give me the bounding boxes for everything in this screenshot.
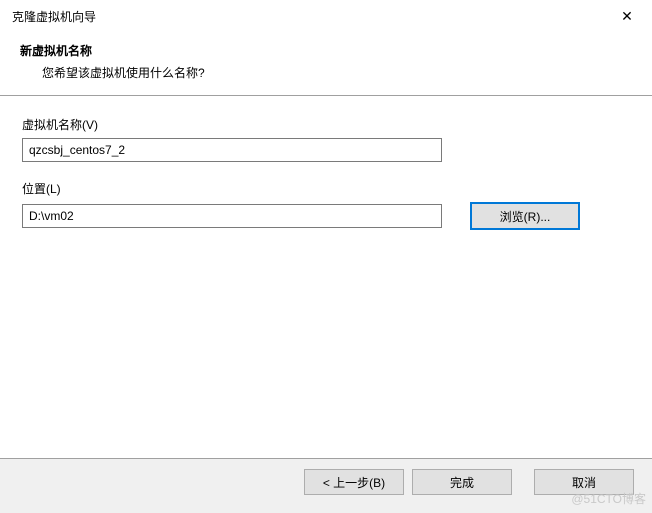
vm-name-label: 虚拟机名称(V) <box>22 116 630 133</box>
page-subtitle: 您希望该虚拟机使用什么名称? <box>20 64 652 81</box>
cancel-button[interactable]: 取消 <box>534 469 634 495</box>
page-title: 新虚拟机名称 <box>20 42 652 59</box>
finish-button[interactable]: 完成 <box>412 469 512 495</box>
location-input[interactable] <box>22 204 442 228</box>
wizard-header: 新虚拟机名称 您希望该虚拟机使用什么名称? <box>0 32 652 95</box>
titlebar: 克隆虚拟机向导 ✕ <box>0 0 652 32</box>
vm-name-input[interactable] <box>22 138 442 162</box>
footer-bar: < 上一步(B) 完成 取消 <box>0 459 652 513</box>
vm-name-group: 虚拟机名称(V) <box>22 116 630 162</box>
location-group: 位置(L) 浏览(R)... <box>22 180 630 230</box>
back-button[interactable]: < 上一步(B) <box>304 469 404 495</box>
location-label: 位置(L) <box>22 180 630 197</box>
content-area: 虚拟机名称(V) 位置(L) 浏览(R)... <box>0 96 652 456</box>
window-title: 克隆虚拟机向导 <box>12 8 96 25</box>
browse-button[interactable]: 浏览(R)... <box>470 202 580 230</box>
close-icon[interactable]: ✕ <box>604 0 650 32</box>
location-row: 浏览(R)... <box>22 202 630 230</box>
